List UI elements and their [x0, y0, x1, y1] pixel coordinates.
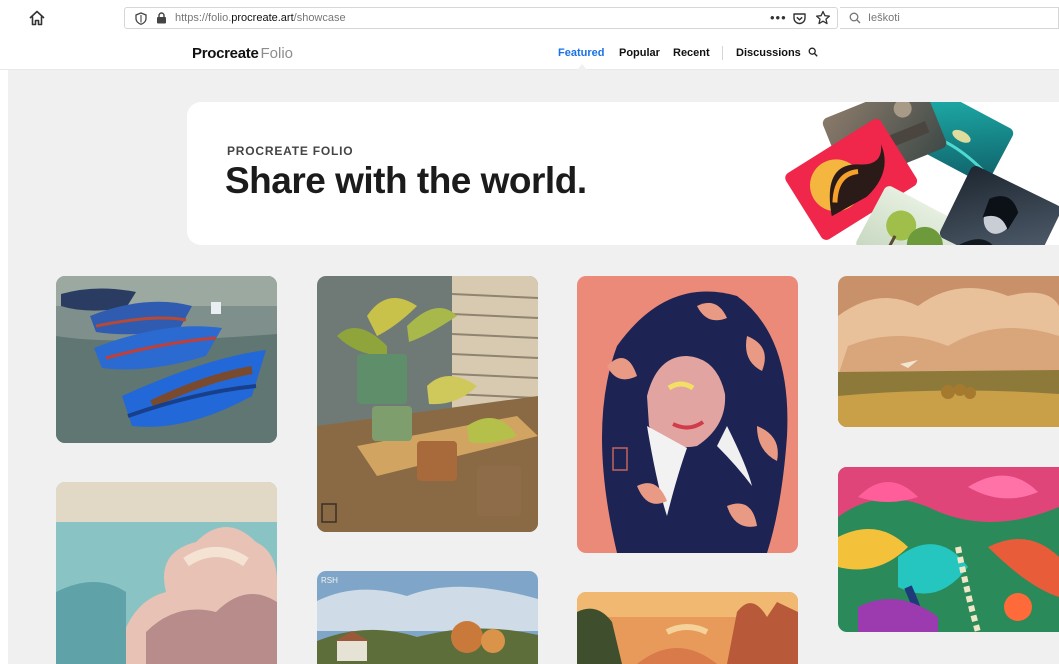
artwork-card-canyon-sunset[interactable]	[577, 592, 798, 664]
page-margin	[0, 70, 8, 664]
shield-icon[interactable]	[135, 12, 147, 25]
lock-icon[interactable]	[156, 12, 167, 24]
nav-featured[interactable]: Featured	[558, 47, 604, 59]
address-bar[interactable]: https://folio.procreate.art/showcase •••	[124, 7, 838, 29]
artwork-card-clouds-landscape[interactable]	[838, 276, 1059, 427]
hero-artwork-collage	[785, 102, 1059, 245]
artwork-card-blue-boats[interactable]	[56, 276, 277, 443]
artwork-flower-hood-portrait-image	[577, 276, 798, 553]
search-icon	[849, 12, 861, 24]
artwork-card-jungle-parrot[interactable]	[838, 467, 1059, 632]
browser-search-field[interactable]: Ieškoti	[840, 7, 1059, 29]
artwork-window-plants-image	[317, 276, 538, 532]
page-actions-menu-icon[interactable]: •••	[770, 10, 787, 25]
nav-popular[interactable]: Popular	[619, 47, 660, 59]
browser-toolbar: https://folio.procreate.art/showcase •••…	[0, 0, 1059, 36]
nav-discussions[interactable]: Discussions	[736, 47, 801, 59]
artwork-canyon-sunset-image	[577, 592, 798, 664]
artwork-village-trees-image: RSH	[317, 571, 538, 664]
artwork-card-village-trees[interactable]: RSH	[317, 571, 538, 664]
search-icon[interactable]	[808, 47, 818, 57]
artwork-card-flower-hood-portrait[interactable]	[577, 276, 798, 553]
search-placeholder: Ieškoti	[868, 12, 900, 24]
artwork-blue-boats-image	[56, 276, 277, 443]
artist-signature: RSH	[321, 576, 338, 585]
nav-recent[interactable]: Recent	[673, 47, 710, 59]
home-icon[interactable]	[28, 9, 46, 27]
hero-eyebrow: PROCREATE FOLIO	[227, 144, 354, 158]
artwork-cloud-sky-image	[56, 482, 277, 664]
artwork-card-window-plants[interactable]	[317, 276, 538, 532]
nav-divider	[722, 46, 723, 60]
artwork-card-cloud-sky[interactable]	[56, 482, 277, 664]
url-text[interactable]: https://folio.procreate.art/showcase	[175, 12, 346, 24]
pocket-icon[interactable]	[792, 11, 807, 26]
hero-title: Share with the world.	[225, 160, 587, 201]
site-header: Procreate Folio Featured Popular Recent D…	[0, 36, 1059, 70]
artwork-jungle-parrot-image	[838, 467, 1059, 632]
artwork-clouds-landscape-image	[838, 276, 1059, 427]
procreate-folio-logo[interactable]: Procreate Folio	[192, 45, 293, 62]
bookmark-star-icon[interactable]	[815, 10, 831, 26]
hero-banner[interactable]: PROCREATE FOLIO Share with the world.	[187, 102, 1059, 245]
